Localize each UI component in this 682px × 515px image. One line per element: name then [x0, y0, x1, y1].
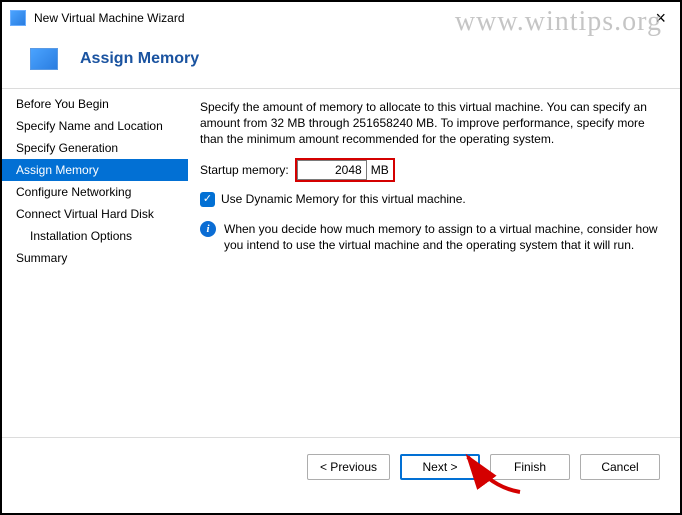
info-text: When you decide how much memory to assig… [224, 221, 662, 253]
info-icon: i [200, 221, 216, 237]
wizard-steps-sidebar: Before You Begin Specify Name and Locati… [2, 89, 188, 437]
finish-button[interactable]: Finish [490, 454, 570, 480]
sidebar-item-installation-options[interactable]: Installation Options [2, 225, 188, 247]
sidebar-item-connect-vhd[interactable]: Connect Virtual Hard Disk [2, 203, 188, 225]
titlebar: New Virtual Machine Wizard × [2, 2, 680, 34]
startup-memory-highlight: MB [295, 158, 395, 182]
cancel-button[interactable]: Cancel [580, 454, 660, 480]
sidebar-item-before-you-begin[interactable]: Before You Begin [2, 93, 188, 115]
next-button[interactable]: Next > [400, 454, 480, 480]
page-title: Assign Memory [80, 50, 199, 68]
wizard-footer: < Previous Next > Finish Cancel [2, 437, 680, 495]
dynamic-memory-checkbox[interactable]: ✓ [200, 192, 215, 207]
dynamic-memory-label: Use Dynamic Memory for this virtual mach… [221, 192, 466, 206]
description-text: Specify the amount of memory to allocate… [200, 99, 662, 148]
close-icon[interactable]: × [649, 7, 672, 29]
window-title: New Virtual Machine Wizard [34, 11, 185, 25]
startup-memory-unit: MB [371, 163, 389, 177]
startup-memory-label: Startup memory: [200, 163, 289, 177]
previous-button[interactable]: < Previous [307, 454, 390, 480]
sidebar-item-specify-generation[interactable]: Specify Generation [2, 137, 188, 159]
startup-memory-input[interactable] [297, 160, 367, 180]
sidebar-item-specify-name[interactable]: Specify Name and Location [2, 115, 188, 137]
header-icon [30, 48, 58, 70]
sidebar-item-configure-networking[interactable]: Configure Networking [2, 181, 188, 203]
sidebar-item-summary[interactable]: Summary [2, 247, 188, 269]
window-icon [10, 10, 26, 26]
wizard-content: Specify the amount of memory to allocate… [188, 89, 680, 437]
wizard-header: Assign Memory [2, 34, 680, 88]
sidebar-item-assign-memory[interactable]: Assign Memory [2, 159, 188, 181]
